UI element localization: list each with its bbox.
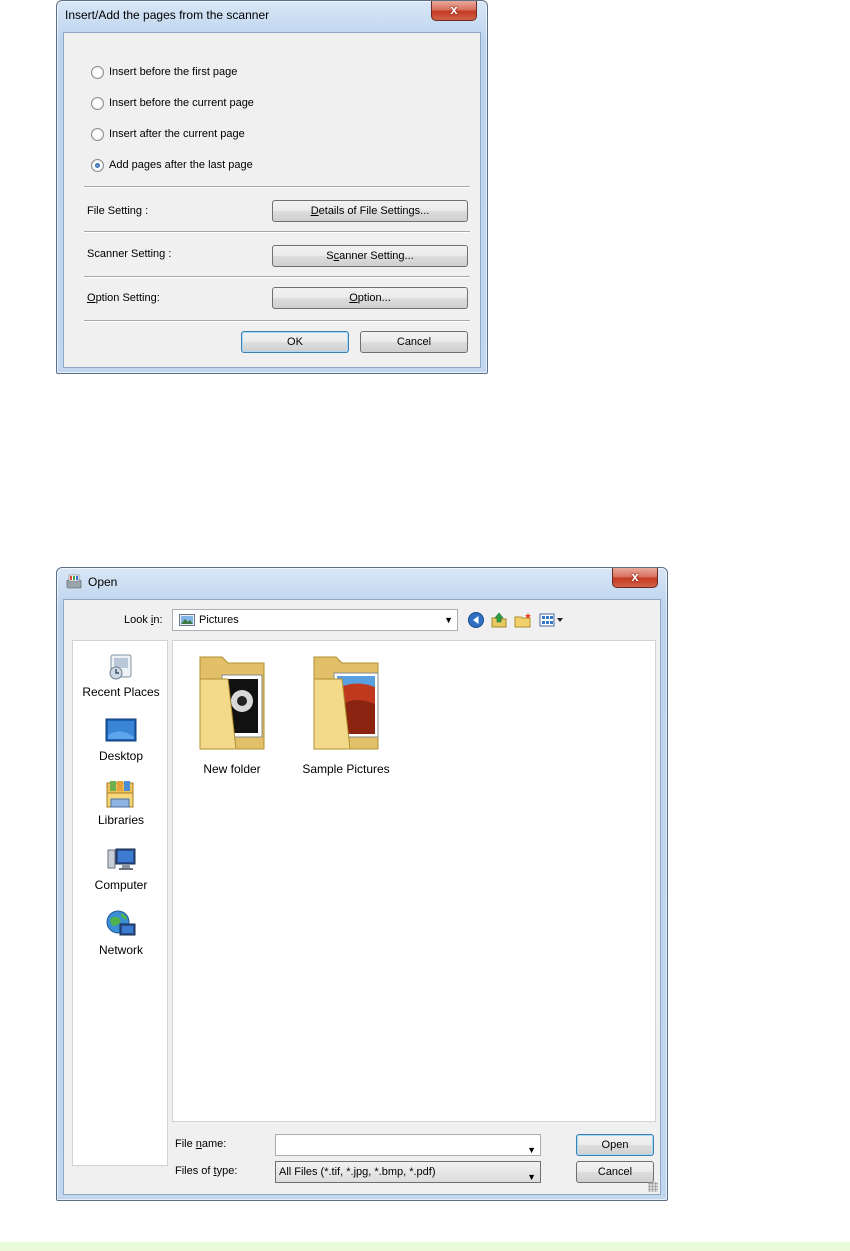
place-label: Desktop (98, 749, 144, 763)
places-bar: Recent Places Desktop Libraries Computer… (72, 640, 168, 1166)
resize-grip[interactable] (648, 1182, 658, 1192)
file-name-label: Sample Pictures (302, 762, 390, 776)
scanner-app-icon (66, 574, 82, 589)
ok-button[interactable]: OK (241, 331, 349, 353)
network-icon (105, 909, 137, 941)
radio-insert-before-current[interactable]: Insert before the current page (91, 95, 254, 111)
place-label: Computer (94, 878, 148, 892)
dialog-title: Open (88, 575, 118, 589)
files-of-type-select[interactable]: All Files (*.tif, *.jpg, *.bmp, *.pdf) ▼ (275, 1161, 541, 1183)
scanner-setting-label: Scanner Setting : (87, 248, 172, 260)
file-name-input[interactable]: ▼ (275, 1134, 541, 1156)
file-setting-label: File Setting : (87, 205, 149, 217)
radio-button[interactable] (91, 65, 104, 79)
radio-button-selected[interactable] (91, 158, 104, 172)
place-recent-places[interactable]: Recent Places (73, 651, 169, 699)
close-icon: x (631, 569, 639, 584)
place-computer[interactable]: Computer (73, 844, 169, 892)
toolbar (468, 610, 565, 630)
bottom-band (0, 1242, 850, 1251)
computer-icon (105, 844, 137, 876)
place-desktop[interactable]: Desktop (73, 715, 169, 763)
list-item-sample-pictures[interactable]: Sample Pictures (291, 649, 401, 776)
radio-button[interactable] (91, 127, 104, 141)
folder-icon (313, 656, 379, 750)
close-icon: x (450, 2, 458, 17)
separator (84, 320, 470, 322)
back-icon[interactable] (468, 612, 484, 628)
libraries-icon (105, 779, 137, 811)
radio-label: Insert before the first page (109, 66, 238, 78)
open-button[interactable]: Open (576, 1134, 654, 1156)
desktop-icon (105, 715, 137, 747)
dialog-body: Look in: Pictures ▼ Recent Places Deskto… (63, 599, 661, 1195)
new-folder-icon[interactable] (514, 612, 532, 628)
close-button[interactable]: x (431, 1, 477, 21)
file-name-label: File name: (175, 1138, 227, 1150)
file-name-label: New folder (203, 762, 261, 776)
cancel-button[interactable]: Cancel (576, 1161, 654, 1183)
look-in-combobox[interactable]: Pictures ▼ (172, 609, 458, 631)
up-folder-icon[interactable] (491, 612, 507, 628)
separator (84, 276, 470, 278)
details-of-file-settings-button[interactable]: Details of File Settings... (272, 200, 468, 222)
radio-label: Insert after the current page (109, 128, 245, 140)
radio-button[interactable] (91, 96, 104, 110)
dialog-title: Insert/Add the pages from the scanner (65, 8, 270, 22)
option-button[interactable]: Option... (272, 287, 468, 309)
radio-label: Add pages after the last page (109, 159, 253, 171)
recent-places-icon (105, 651, 137, 683)
dialog-body: Insert before the first page Insert befo… (63, 32, 481, 368)
list-item-new-folder[interactable]: New folder (177, 649, 287, 776)
close-button[interactable]: x (612, 568, 658, 588)
files-of-type-label: Files of type: (175, 1165, 238, 1177)
chevron-down-icon[interactable]: ▼ (444, 615, 453, 625)
view-menu-icon[interactable] (539, 612, 565, 628)
place-network[interactable]: Network (73, 909, 169, 957)
cancel-button[interactable]: Cancel (360, 331, 468, 353)
title-bar[interactable]: Open x (57, 568, 667, 596)
separator (84, 186, 470, 188)
radio-insert-after-current[interactable]: Insert after the current page (91, 126, 245, 142)
chevron-down-icon[interactable]: ▼ (527, 1167, 536, 1187)
scanner-insert-dialog: Insert/Add the pages from the scanner x … (56, 0, 488, 374)
title-bar[interactable]: Insert/Add the pages from the scanner x (57, 1, 487, 29)
place-label: Libraries (97, 813, 145, 827)
folder-icon (199, 656, 265, 750)
place-libraries[interactable]: Libraries (73, 779, 169, 827)
place-label: Recent Places (82, 685, 160, 699)
separator (84, 231, 470, 233)
pictures-folder-icon (179, 614, 195, 626)
option-setting-label: Option Setting: (87, 292, 160, 304)
look-in-value: Pictures (199, 614, 239, 626)
radio-label: Insert before the current page (109, 97, 254, 109)
radio-insert-before-first[interactable]: Insert before the first page (91, 64, 237, 80)
look-in-label: Look in: (124, 614, 163, 626)
chevron-down-icon[interactable]: ▼ (527, 1140, 536, 1160)
scanner-setting-button[interactable]: Scanner Setting... (272, 245, 468, 267)
open-file-dialog: Open x Look in: Pictures ▼ Recent Places… (56, 567, 668, 1201)
file-list[interactable]: New folder Sample Pictures (172, 640, 656, 1122)
place-label: Network (98, 943, 143, 957)
radio-add-after-last[interactable]: Add pages after the last page (91, 157, 253, 173)
